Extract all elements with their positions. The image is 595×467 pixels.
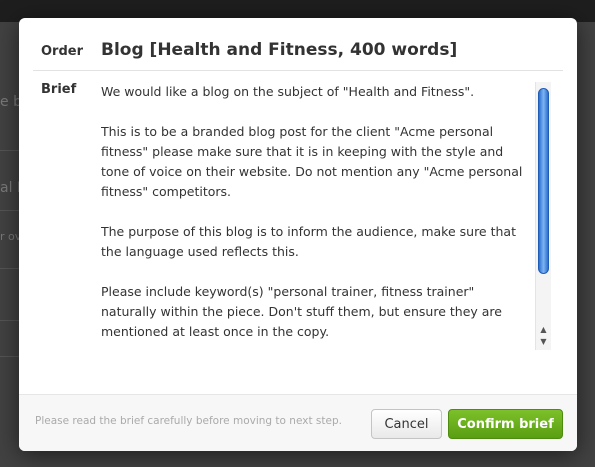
brief-paragraph: We would like a blog on the subject of "… — [101, 84, 475, 99]
scroll-up-icon[interactable]: ▲ — [536, 324, 551, 336]
brief-paragraph: The purpose of this blog is to inform th… — [101, 224, 516, 259]
order-label: Order — [41, 44, 83, 59]
confirm-brief-button[interactable]: Confirm brief — [448, 409, 563, 439]
order-row: Order Blog [Health and Fitness, 400 word… — [19, 18, 577, 70]
modal-footer: Please read the brief carefully before m… — [19, 394, 577, 451]
scroll-down-icon[interactable]: ▼ — [536, 336, 551, 348]
footer-hint: Please read the brief carefully before m… — [35, 415, 342, 427]
brief-scrollbar[interactable]: ▲ ▼ — [535, 82, 551, 350]
order-title: Blog [Health and Fitness, 400 words] — [101, 40, 458, 60]
cancel-button[interactable]: Cancel — [371, 409, 442, 439]
scrollbar-thumb[interactable] — [538, 88, 549, 274]
brief-text-area[interactable]: We would like a blog on the subject of "… — [101, 82, 531, 352]
brief-label: Brief — [41, 82, 77, 97]
brief-paragraph: This is to be a branded blog post for th… — [101, 124, 523, 199]
background-text-fragment: al I — [0, 180, 22, 196]
brief-modal: Order Blog [Health and Fitness, 400 word… — [19, 18, 577, 451]
brief-paragraph: Please include keyword(s) "personal trai… — [101, 284, 502, 339]
section-divider — [33, 70, 563, 71]
